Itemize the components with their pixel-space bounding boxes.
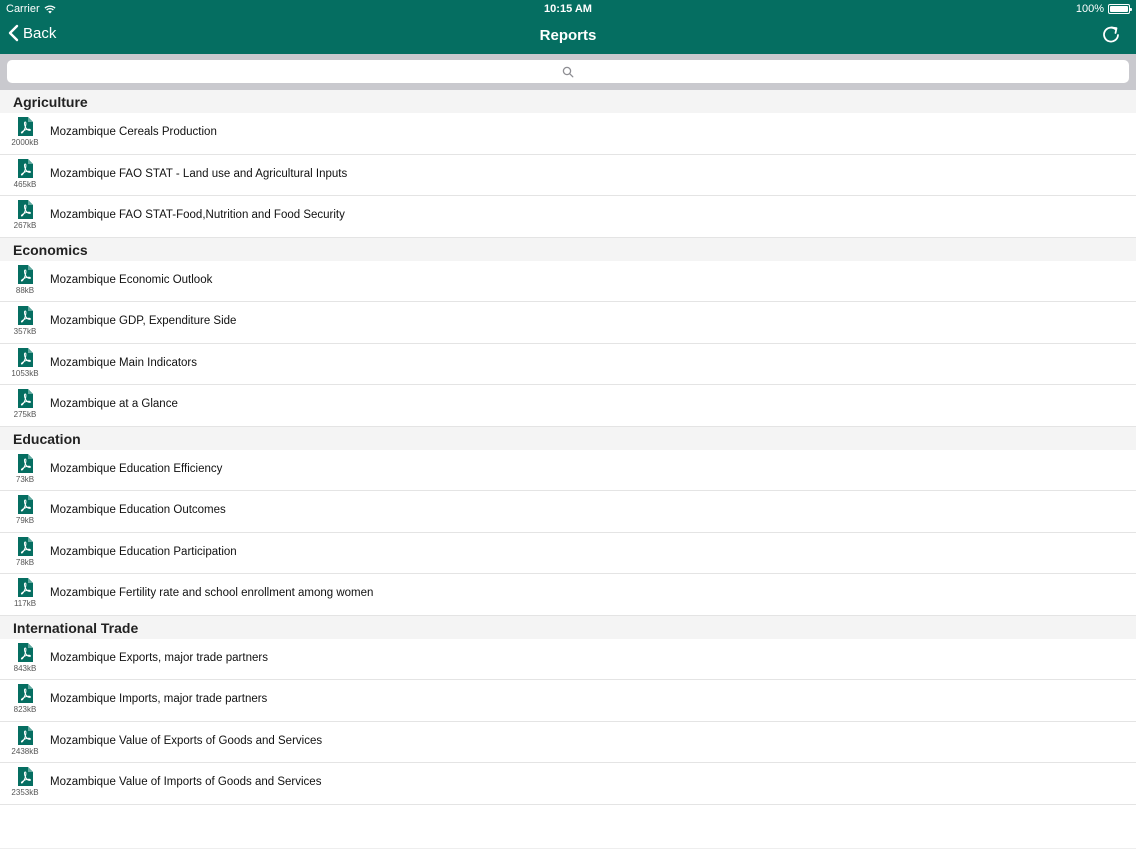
pdf-icon — [18, 347, 33, 367]
file-size: 823kB — [13, 705, 37, 714]
pdf-icon — [18, 306, 33, 325]
pdf-icon — [18, 642, 33, 662]
pdf-file: 2000kB — [8, 117, 42, 147]
pdf-icon — [18, 158, 33, 178]
report-title: Mozambique Main Indicators — [50, 356, 198, 369]
pdf-file: 357kB — [8, 306, 42, 336]
pdf-icon — [18, 684, 33, 703]
report-row[interactable]: 843kB Mozambique Exports, major trade par… — [0, 638, 1136, 680]
file-size: 843kB — [13, 663, 37, 673]
nav-bar: Back Reports — [0, 18, 1136, 54]
file-size: 88kB — [15, 285, 35, 295]
reports-list: Agriculture 2000kB Mozambique Cereals Prod… — [0, 90, 1136, 805]
report-row[interactable]: 2353kB Mozambique Value of Imports of Goo… — [0, 763, 1136, 805]
pdf-file: 275kB — [8, 389, 42, 419]
report-row[interactable]: 2438kB Mozambique Value of Exports of Goo… — [0, 721, 1136, 763]
file-size: 117kB — [13, 599, 37, 608]
file-size: 78kB — [15, 557, 35, 567]
report-title: Mozambique Economic Outlook — [50, 273, 213, 286]
pdf-icon — [18, 389, 33, 408]
file-size: 2353kB — [11, 788, 39, 797]
pdf-icon — [18, 200, 33, 219]
pdf-icon — [18, 578, 33, 597]
file-size: 275kB — [13, 410, 37, 419]
report-row[interactable]: 267kB Mozambique FAO STAT-Food,Nutrition … — [0, 196, 1136, 238]
file-size: 2438kB — [11, 746, 39, 756]
report-row[interactable]: 1053kB Mozambique Main Indicators — [0, 343, 1136, 385]
report-row[interactable]: 79kB Mozambique Education Outcomes — [0, 491, 1136, 533]
list-footer-divider — [0, 848, 1136, 849]
status-bar: Carrier 10:15 AM 100% — [0, 0, 1136, 18]
pdf-icon — [18, 536, 33, 556]
report-title: Mozambique FAO STAT - Land use and Agric… — [50, 167, 348, 180]
search-field[interactable] — [7, 60, 1129, 83]
report-row[interactable]: 357kB Mozambique GDP, Expenditure Side — [0, 302, 1136, 344]
pdf-file: 465kB — [8, 158, 42, 189]
pdf-file: 79kB — [8, 495, 42, 525]
section-header: International Trade — [0, 615, 1136, 639]
report-title: Mozambique GDP, Expenditure Side — [50, 315, 237, 327]
page-title: Reports — [539, 27, 597, 44]
report-row[interactable]: 465kB Mozambique FAO STAT - Land use and … — [0, 154, 1136, 196]
pdf-icon — [18, 725, 33, 745]
report-title: Mozambique Value of Exports of Goods and… — [50, 734, 323, 747]
refresh-button[interactable] — [1100, 24, 1122, 46]
report-row[interactable]: 73kB Mozambique Education Efficiency — [0, 449, 1136, 491]
report-row[interactable]: 117kB Mozambique Fertility rate and schoo… — [0, 574, 1136, 616]
pdf-file: 78kB — [8, 536, 42, 567]
pdf-icon — [18, 767, 33, 786]
report-title: Mozambique Exports, major trade partners — [50, 651, 268, 664]
report-title: Mozambique Education Participation — [50, 545, 237, 558]
pdf-file: 2353kB — [8, 767, 42, 797]
section-header: Economics — [0, 237, 1136, 261]
search-input[interactable] — [7, 60, 1129, 83]
pdf-file: 73kB — [8, 453, 42, 484]
pdf-file: 823kB — [8, 684, 42, 714]
pdf-file: 1053kB — [8, 347, 42, 378]
section-header: Agriculture — [0, 90, 1136, 113]
pdf-file: 843kB — [8, 642, 42, 673]
file-size: 357kB — [13, 327, 37, 336]
report-row[interactable]: 275kB Mozambique at a Glance — [0, 385, 1136, 427]
report-title: Mozambique Value of Imports of Goods and… — [50, 776, 322, 788]
search-bar — [0, 54, 1136, 90]
report-row[interactable]: 78kB Mozambique Education Participation — [0, 532, 1136, 574]
file-size: 1053kB — [11, 368, 39, 378]
file-size: 2000kB — [11, 138, 39, 147]
file-size: 267kB — [13, 221, 37, 230]
report-title: Mozambique Fertility rate and school enr… — [50, 587, 374, 599]
pdf-icon — [18, 117, 33, 136]
pdf-file: 88kB — [8, 264, 42, 295]
report-row[interactable]: 2000kB Mozambique Cereals Production — [0, 113, 1136, 155]
report-title: Mozambique Education Efficiency — [50, 462, 223, 475]
file-size: 465kB — [13, 179, 37, 189]
battery-indicator: 100% — [1075, 3, 1132, 15]
report-row[interactable]: 823kB Mozambique Imports, major trade par… — [0, 680, 1136, 722]
pdf-icon — [18, 264, 33, 284]
report-title: Mozambique at a Glance — [50, 398, 178, 410]
pdf-file: 267kB — [8, 200, 42, 230]
refresh-icon — [1103, 26, 1119, 43]
file-size: 73kB — [15, 474, 35, 484]
report-title: Mozambique Imports, major trade partners — [50, 693, 268, 705]
battery-icon — [1108, 4, 1132, 14]
navigation-header: Carrier 10:15 AM 100% Back Reports — [0, 0, 1136, 54]
section-header: Education — [0, 426, 1136, 450]
pdf-file: 117kB — [8, 578, 42, 608]
pdf-icon — [18, 495, 33, 514]
file-size: 79kB — [15, 516, 35, 525]
status-time: 10:15 AM — [544, 3, 592, 15]
report-title: Mozambique Cereals Production — [50, 126, 217, 138]
battery-label: 100% — [1075, 3, 1104, 15]
report-title: Mozambique FAO STAT-Food,Nutrition and F… — [50, 209, 345, 221]
report-row[interactable]: 88kB Mozambique Economic Outlook — [0, 260, 1136, 302]
report-title: Mozambique Education Outcomes — [50, 504, 226, 516]
pdf-icon — [18, 453, 33, 473]
pdf-file: 2438kB — [8, 725, 42, 756]
